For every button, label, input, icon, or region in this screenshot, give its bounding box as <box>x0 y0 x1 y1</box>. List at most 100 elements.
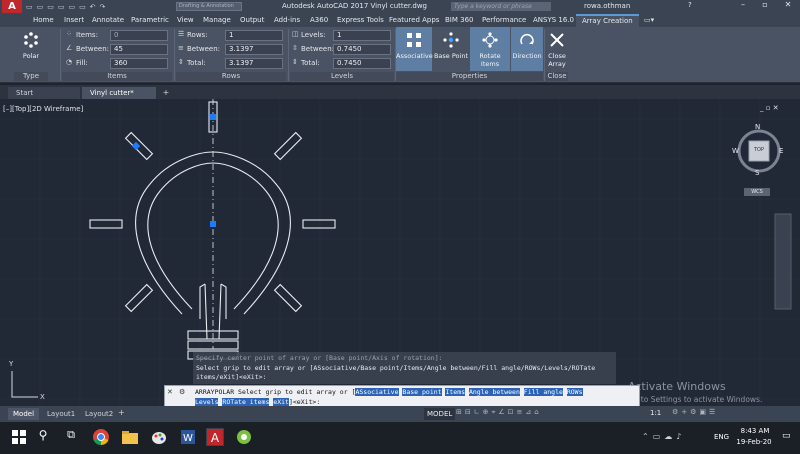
new-tab-button[interactable]: + <box>160 88 172 98</box>
tab-bim-360[interactable]: BIM 360 <box>445 15 474 26</box>
fill-angle-field[interactable]: 360 <box>110 58 168 69</box>
items-count-field[interactable]: 0 <box>110 30 168 41</box>
compass-w[interactable]: W <box>732 147 739 155</box>
command-line[interactable]: ✕ ⚙ ARRAYPOLAR Select grip to edit array… <box>164 385 640 407</box>
tab-ansys[interactable]: ANSYS 16.0 <box>533 15 574 26</box>
status-tray-icons[interactable]: ⚙+⚙▣☰ <box>672 408 718 416</box>
tab-model[interactable]: Model <box>8 408 40 420</box>
kw-rows[interactable]: ROWs <box>566 388 583 396</box>
add-layout-button[interactable]: + <box>118 408 125 417</box>
chrome-icon[interactable] <box>92 428 110 446</box>
tab-featured-apps[interactable]: Featured Apps <box>389 15 439 26</box>
close-button[interactable]: ✕ <box>776 0 800 13</box>
tab-view[interactable]: View <box>177 15 194 26</box>
file-explorer-icon[interactable] <box>121 428 139 446</box>
word-icon[interactable]: W <box>179 428 197 446</box>
history-line-2: Select grip to edit array or [ASsociativ… <box>196 364 596 372</box>
paint-icon[interactable] <box>150 428 168 446</box>
compass-e[interactable]: E <box>779 147 783 155</box>
viewport-minimize-icon[interactable]: _ ▫ ✕ <box>760 104 779 112</box>
tab-manage[interactable]: Manage <box>203 15 231 26</box>
base-point-button[interactable]: Base Point <box>433 27 469 71</box>
tab-annotate[interactable]: Annotate <box>92 15 124 26</box>
drawing-canvas[interactable]: [–][Top][2D Wireframe] _ ▫ ✕ N W E S TOP… <box>0 99 800 406</box>
kw-exit[interactable]: eXit <box>273 398 289 406</box>
levels-icon: ◫ <box>292 30 299 38</box>
ribbon-options-icon[interactable]: ▭▾ <box>644 15 654 26</box>
clock-time[interactable]: 8:43 AM <box>738 427 772 435</box>
viewport-controls[interactable]: [–][Top][2D Wireframe] <box>3 105 83 113</box>
tab-home[interactable]: Home <box>33 15 54 26</box>
kw-items[interactable]: Items <box>445 388 466 396</box>
kw-levels[interactable]: Levels <box>195 398 219 406</box>
polar-type-button[interactable]: Polar <box>14 27 48 71</box>
levels-count-field[interactable]: 1 <box>333 30 391 41</box>
tab-array-creation[interactable]: Array Creation <box>576 14 639 27</box>
clock-date[interactable]: 19-Feb-20 <box>734 438 774 446</box>
tab-express-tools[interactable]: Express Tools <box>337 15 384 26</box>
search-icon[interactable]: ⚲ <box>34 428 52 446</box>
workspace-selector[interactable]: Drafting & Annotation <box>176 2 242 11</box>
kw-associative[interactable]: ASsociative <box>355 388 399 396</box>
kw-fill-angle[interactable]: Fill angle <box>523 388 563 396</box>
language-indicator[interactable]: ENG <box>714 433 729 441</box>
kw-angle-between[interactable]: Angle between <box>468 388 520 396</box>
wcs-menu[interactable]: WCS <box>744 188 770 196</box>
tab-a360[interactable]: A360 <box>310 15 328 26</box>
minimize-button[interactable]: – <box>732 0 754 13</box>
user-name[interactable]: rowa.othman <box>584 2 630 10</box>
direction-button[interactable]: Direction <box>511 27 543 71</box>
model-space-button[interactable]: MODEL <box>424 408 456 420</box>
viewcube-top-face[interactable]: TOP <box>751 147 767 153</box>
command-prompt[interactable]: ARRAYPOLAR Select grip to edit array or … <box>195 388 583 396</box>
ucs-icon <box>11 371 38 398</box>
polar-label: Polar <box>22 52 40 60</box>
maximize-button[interactable]: ▫ <box>754 0 776 13</box>
compass-n[interactable]: N <box>755 123 760 131</box>
windows-start-icon[interactable] <box>10 428 28 446</box>
task-view-icon[interactable]: ⧉ <box>62 428 80 446</box>
status-toggles[interactable]: ⊞⊟∟⊕⌖∠⊡≡⊿⌂ <box>456 408 542 417</box>
quick-access-toolbar[interactable]: ▭▭▭▭▭▭↶↷ <box>26 3 176 11</box>
command-settings-icon[interactable]: ⚙ <box>179 388 185 396</box>
kw-base-point[interactable]: Base point <box>402 388 442 396</box>
kw-rotate-items[interactable]: ROTate items <box>222 398 270 406</box>
associative-button[interactable]: Associative <box>396 27 433 71</box>
tab-layout1[interactable]: Layout1 <box>44 408 78 420</box>
system-tray-icons[interactable]: ⌃▭☁♪ <box>642 432 685 441</box>
tab-insert[interactable]: Insert <box>64 15 84 26</box>
panel-title-close: Close <box>546 72 568 81</box>
compass-s[interactable]: S <box>755 169 759 177</box>
rotate-items-button[interactable]: Rotate Items <box>470 27 510 71</box>
tab-performance[interactable]: Performance <box>482 15 526 26</box>
tab-parametric[interactable]: Parametric <box>131 15 169 26</box>
command-prompt-line-2[interactable]: Levels ROTate items eXit]<eXit>: <box>195 398 320 406</box>
tab-add-ins[interactable]: Add-ins <box>274 15 300 26</box>
rows-count-field[interactable]: 1 <box>225 30 283 41</box>
misc-app-icon[interactable] <box>235 428 253 446</box>
ucs-x-label: X <box>40 393 45 401</box>
tab-output[interactable]: Output <box>240 15 264 26</box>
angle-between-field[interactable]: 45 <box>110 44 168 55</box>
search-input[interactable]: Type a keyword or phrase <box>451 2 551 11</box>
ribbon-tab-bar: Home Insert Annotate Parametric View Man… <box>0 13 800 27</box>
between-label: Between: <box>76 45 109 53</box>
levels-total-field[interactable]: 0.7450 <box>333 58 391 69</box>
help-icon[interactable]: ? <box>688 1 692 9</box>
direction-label: Direction <box>512 52 542 60</box>
tab-start[interactable]: Start <box>8 87 80 99</box>
command-close-icon[interactable]: ✕ <box>167 388 173 396</box>
rows-total-field[interactable]: 3.1397 <box>225 58 283 69</box>
notifications-icon[interactable]: ▭ <box>782 431 791 441</box>
tab-vinyl-cutter[interactable]: Vinyl cutter* <box>82 87 156 99</box>
levels-between-field[interactable]: 0.7450 <box>333 44 391 55</box>
levels-between-label: Between: <box>301 45 334 53</box>
svg-text:W: W <box>183 433 193 444</box>
autocad-taskbar-icon[interactable]: A <box>206 428 224 446</box>
tab-layout2[interactable]: Layout2 <box>82 408 116 420</box>
panel-title-type: Type <box>14 72 48 81</box>
annotation-scale[interactable]: 1:1 <box>650 409 661 417</box>
close-array-button[interactable]: Close Array <box>546 27 568 71</box>
rows-between-field[interactable]: 3.1397 <box>225 44 283 55</box>
autocad-logo-icon[interactable]: A <box>2 0 22 13</box>
